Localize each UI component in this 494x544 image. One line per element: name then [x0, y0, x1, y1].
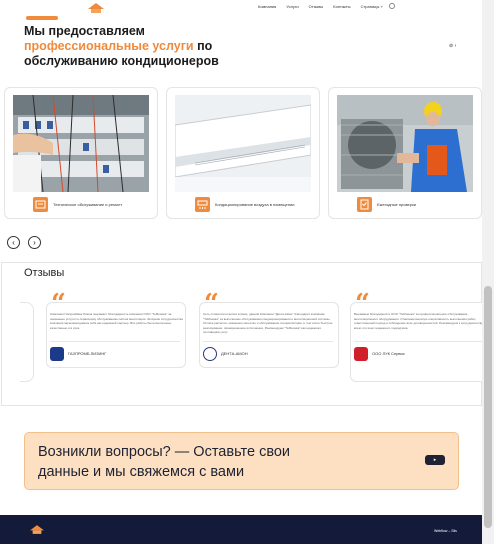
service-label: Ежегодные проверки — [377, 202, 416, 207]
contact-banner: Возникли вопросы? — Оставьте свои данные… — [24, 432, 459, 490]
divider — [203, 341, 333, 342]
arrow-right-icon[interactable]: › — [28, 236, 41, 249]
review-card: “ Сеть стоматологических клиник, данной … — [199, 291, 339, 368]
services-carousel: Техническое обслуживание и ремонт Кондиц… — [4, 87, 482, 219]
nav-item-contacts[interactable]: Контакты — [333, 4, 350, 9]
more-link-icon[interactable]: ⊘ › — [449, 43, 456, 49]
search-icon[interactable] — [389, 3, 395, 9]
review-card: “ Выражаем благодарность ООО "ТеМоинка" … — [350, 291, 490, 382]
review-card: “ Компания Газпромбанк Лизинг выражает б… — [46, 291, 186, 368]
top-navigation-bar: Компания Услуги Отзывы Контакты Страницы… — [0, 0, 494, 14]
ac-icon — [195, 197, 210, 212]
title-accent: профессиональные услуги — [24, 39, 194, 53]
scrollbar-thumb[interactable] — [484, 286, 492, 528]
review-text: Выражаем благодарность ООО "ТеМоинка" за… — [354, 312, 483, 330]
footer-logo[interactable] — [30, 525, 44, 534]
service-image-indoor-ac-unit — [175, 95, 311, 192]
service-card[interactable]: Техническое обслуживание и ремонт — [4, 87, 158, 219]
hero-accent-strip — [26, 16, 58, 20]
denta-amon-logo — [203, 347, 217, 361]
reviewer-name: ООО ЛУК Сервис — [372, 351, 405, 356]
nav-item-reviews[interactable]: Отзывы — [309, 4, 324, 9]
nav-item-services[interactable]: Услуги — [286, 4, 298, 9]
footer: Webflow – Sils — [0, 515, 482, 544]
service-label: Техническое обслуживание и ремонт — [53, 202, 123, 207]
arrow-left-icon[interactable]: ‹ — [7, 236, 20, 249]
divider — [354, 341, 484, 342]
service-card[interactable]: Ежегодные проверки — [328, 87, 482, 219]
main-nav: Компания Услуги Отзывы Контакты Страницы… — [258, 4, 383, 9]
nav-item-pages[interactable]: Страницы ˅ — [361, 4, 383, 9]
lukoil-logo — [354, 347, 368, 361]
wrench-icon — [33, 197, 48, 212]
service-label: Кондиционирование воздуха в помещении — [215, 202, 295, 207]
review-card-partial — [20, 302, 34, 382]
divider — [50, 341, 180, 342]
service-image-electrical-panel — [13, 95, 149, 192]
review-text: Компания Газпромбанк Лизинг выражает бла… — [50, 312, 183, 330]
reviews-title: Отзывы — [24, 267, 65, 279]
footer-link[interactable]: Webflow – Sils — [434, 529, 457, 533]
service-image-outdoor-ac-technician — [337, 95, 473, 192]
reviewer-name: ДЕНТА-АМОН — [221, 351, 248, 356]
gazprombank-logo — [50, 347, 64, 361]
review-text: Сеть стоматологических клиник, данной Ко… — [203, 312, 333, 334]
page-title: Мы предоставляем профессиональные услуги… — [24, 24, 219, 68]
reviewer-name: ГАЗПРОМБ.ЛИЗИНГ — [68, 351, 107, 356]
service-card[interactable]: Кондиционирование воздуха в помещении — [166, 87, 320, 219]
nav-item-company[interactable]: Компания — [258, 4, 276, 9]
contact-arrow-button[interactable]: ▸ — [425, 455, 445, 465]
company-logo[interactable] — [88, 3, 104, 13]
contact-banner-text: Возникли вопросы? — Оставьте свои данные… — [38, 444, 291, 480]
checklist-icon — [357, 197, 372, 212]
